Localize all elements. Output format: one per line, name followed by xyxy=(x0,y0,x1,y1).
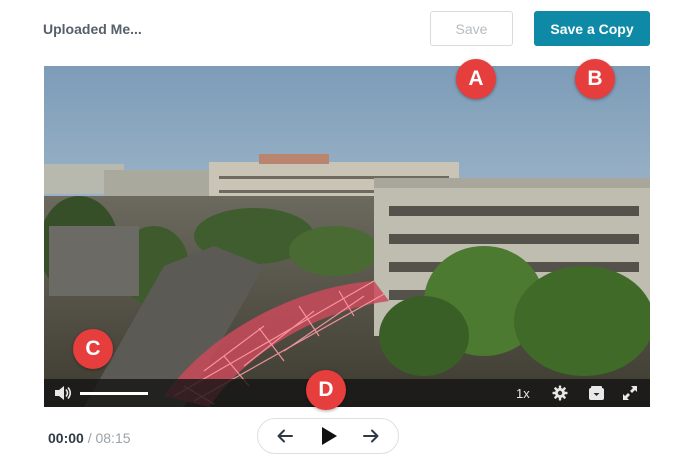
duration: 08:15 xyxy=(95,430,131,446)
play-icon xyxy=(322,427,337,445)
time-separator: / xyxy=(87,430,92,446)
gear-icon[interactable] xyxy=(552,385,568,401)
captions-icon[interactable] xyxy=(588,385,605,401)
playback-controls xyxy=(257,418,399,454)
marker-c: C xyxy=(73,329,113,369)
skip-forward-button[interactable] xyxy=(356,419,386,453)
arrow-left-icon xyxy=(277,429,293,443)
playback-speed[interactable]: 1x xyxy=(516,386,530,401)
video-control-bar: 1x xyxy=(44,379,650,407)
volume-icon[interactable] xyxy=(53,385,73,401)
fullscreen-icon[interactable] xyxy=(622,385,638,401)
marker-b: B xyxy=(575,59,615,99)
save-button[interactable]: Save xyxy=(430,11,513,46)
video-frame xyxy=(44,66,650,407)
time-display: 00:00 / 08:15 xyxy=(48,430,131,446)
volume-slider[interactable] xyxy=(80,392,148,395)
marker-a: A xyxy=(456,59,496,99)
video-player[interactable]: 1x xyxy=(44,66,650,407)
save-a-copy-button[interactable]: Save a Copy xyxy=(534,11,650,46)
play-button[interactable] xyxy=(314,419,344,453)
marker-d: D xyxy=(306,370,346,410)
arrow-right-icon xyxy=(363,429,379,443)
page-title: Uploaded Me... xyxy=(43,21,142,37)
current-time: 00:00 xyxy=(48,430,84,446)
skip-back-button[interactable] xyxy=(270,419,300,453)
